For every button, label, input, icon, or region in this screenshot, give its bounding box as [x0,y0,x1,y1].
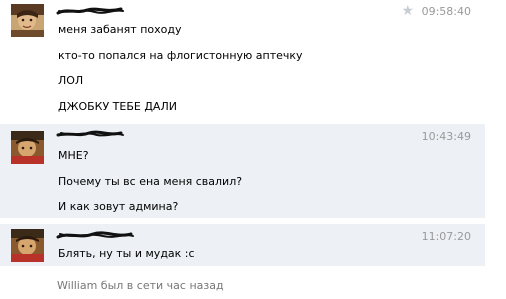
message-text: Почему ты вс ена меня свалил? [58,175,243,188]
message-text: кто-то попался на флогистонную аптечку [58,49,303,62]
redacted-author-name [56,231,134,239]
message-block: ★ 09:58:40 меня забанят походу кто-то по… [0,0,485,118]
avatar[interactable] [11,229,44,262]
avatar[interactable] [11,4,44,37]
message-time: 11:07:20 [421,230,471,243]
message-block: 10:43:49 МНЕ? Почему ты вс ена меня свал… [0,124,485,218]
online-status: William был в сети час назад [57,279,224,292]
redacted-author-name [56,130,124,137]
message-text: меня забанят походу [58,23,182,36]
avatar[interactable] [11,131,44,164]
message-text: Блять, ну ты и мудак :с [58,247,195,260]
message-block: 11:07:20 Блять, ну ты и мудак :с [0,224,485,266]
message-time: 10:43:49 [421,130,471,143]
message-text: ЛОЛ [58,74,84,87]
message-text: ДЖОБКУ ТЕБЕ ДАЛИ [58,100,177,113]
message-text: И как зовут админа? [58,200,179,213]
star-icon[interactable]: ★ [401,4,414,18]
message-time: 09:58:40 [421,5,471,18]
redacted-author-name [56,7,124,15]
message-text: МНЕ? [58,149,89,162]
